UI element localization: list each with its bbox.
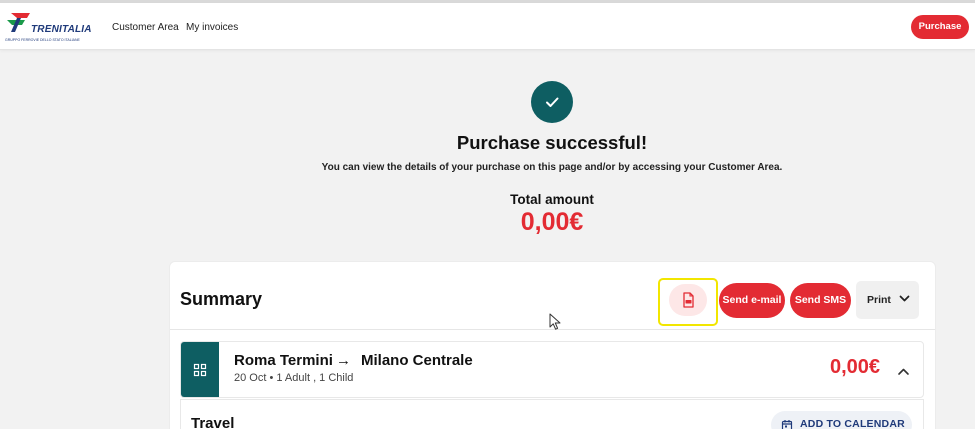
highlight-box xyxy=(658,278,718,326)
top-navbar: TRENITALIA GRUPPO FERROVIE DELLO STATO I… xyxy=(0,3,975,50)
total-amount-label: Total amount xyxy=(510,192,594,207)
mouse-pointer-icon xyxy=(549,313,562,336)
print-dropdown-button[interactable]: Print xyxy=(856,281,919,319)
trip-details: 20 Oct • 1 Adult , 1 Child xyxy=(234,372,354,384)
confirmation-subtitle: You can view the details of your purchas… xyxy=(321,162,783,173)
summary-title: Summary xyxy=(180,289,263,309)
route-destination: Milano Centrale xyxy=(361,352,473,369)
route-origin: Roma Termini xyxy=(234,352,333,369)
send-sms-button[interactable]: Send SMS xyxy=(790,283,851,318)
chevron-down-icon xyxy=(899,295,910,302)
purchase-button[interactable]: Purchase xyxy=(911,15,969,39)
chevron-up-icon[interactable] xyxy=(897,363,910,381)
nav-link-my-invoices[interactable]: My invoices xyxy=(186,22,238,33)
nav-link-customer-area[interactable]: Customer Area xyxy=(112,22,179,33)
print-label: Print xyxy=(867,294,891,306)
add-to-calendar-label: ADD TO CALENDAR xyxy=(800,418,905,429)
ticket-grid-icon xyxy=(181,342,219,397)
route-arrow-icon: → xyxy=(336,352,351,369)
trip-price: 0,00€ xyxy=(830,356,881,378)
send-email-button[interactable]: Send e-mail xyxy=(719,283,785,318)
total-amount-value: 0,00€ xyxy=(520,208,584,236)
logo-wordmark: TRENITALIA xyxy=(31,24,92,35)
trenitalia-logo[interactable]: TRENITALIA GRUPPO FERROVIE DELLO STATO I… xyxy=(5,11,97,43)
calendar-icon xyxy=(781,418,793,429)
logo-tagline: GRUPPO FERROVIE DELLO STATO ITALIANE xyxy=(5,38,80,42)
page-title: Purchase successful! xyxy=(456,132,648,153)
checkmark-icon xyxy=(531,81,573,123)
travel-heading: Travel xyxy=(191,415,235,429)
trip-row[interactable] xyxy=(180,341,924,398)
trenitalia-logo-mark-icon xyxy=(7,13,30,32)
